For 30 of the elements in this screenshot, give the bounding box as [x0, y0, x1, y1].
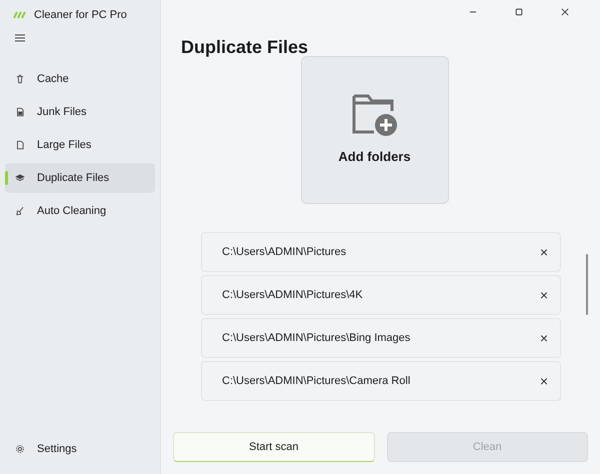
settings-item[interactable]: Settings: [5, 434, 155, 464]
scrollbar-thumb[interactable]: [586, 254, 588, 315]
logo-icon: [13, 11, 27, 19]
remove-button[interactable]: ×: [540, 331, 548, 345]
nav-item[interactable]: Cache: [5, 64, 155, 94]
maximize-icon[interactable]: [514, 7, 524, 17]
add-folders-button[interactable]: Add folders: [300, 56, 448, 204]
nav-item[interactable]: Duplicate Files: [5, 163, 155, 193]
close-icon[interactable]: [560, 7, 570, 17]
folder-path: C:\Users\ADMIN\Pictures\4K: [222, 288, 363, 303]
layers-icon: [15, 173, 25, 183]
menu-icon[interactable]: [15, 34, 25, 42]
page-title: Duplicate Files: [181, 38, 310, 56]
folder-add-icon: [350, 93, 398, 138]
remove-button[interactable]: ×: [540, 288, 548, 302]
nav-item[interactable]: Junk Files: [5, 97, 155, 127]
folder-path: C:\Users\ADMIN\Pictures: [222, 244, 346, 260]
file-icon: [15, 140, 25, 150]
folder-path: C:\Users\ADMIN\Pictures\Bing Images: [222, 330, 410, 346]
settings-icon: [15, 444, 25, 454]
remove-button[interactable]: ×: [540, 374, 548, 388]
folder-path: C:\Users\ADMIN\Pictures\Camera Roll: [222, 374, 410, 389]
app-title: Cleaner for PC Pro: [34, 8, 127, 23]
file-icon: [15, 107, 25, 117]
remove-button[interactable]: ×: [540, 245, 548, 259]
nav-item[interactable]: Auto Cleaning: [5, 196, 155, 226]
broom-icon: [15, 206, 25, 216]
trash-icon: [15, 74, 25, 84]
nav-item[interactable]: Large Files: [5, 130, 155, 160]
action-button[interactable]: Start scan: [173, 432, 374, 462]
